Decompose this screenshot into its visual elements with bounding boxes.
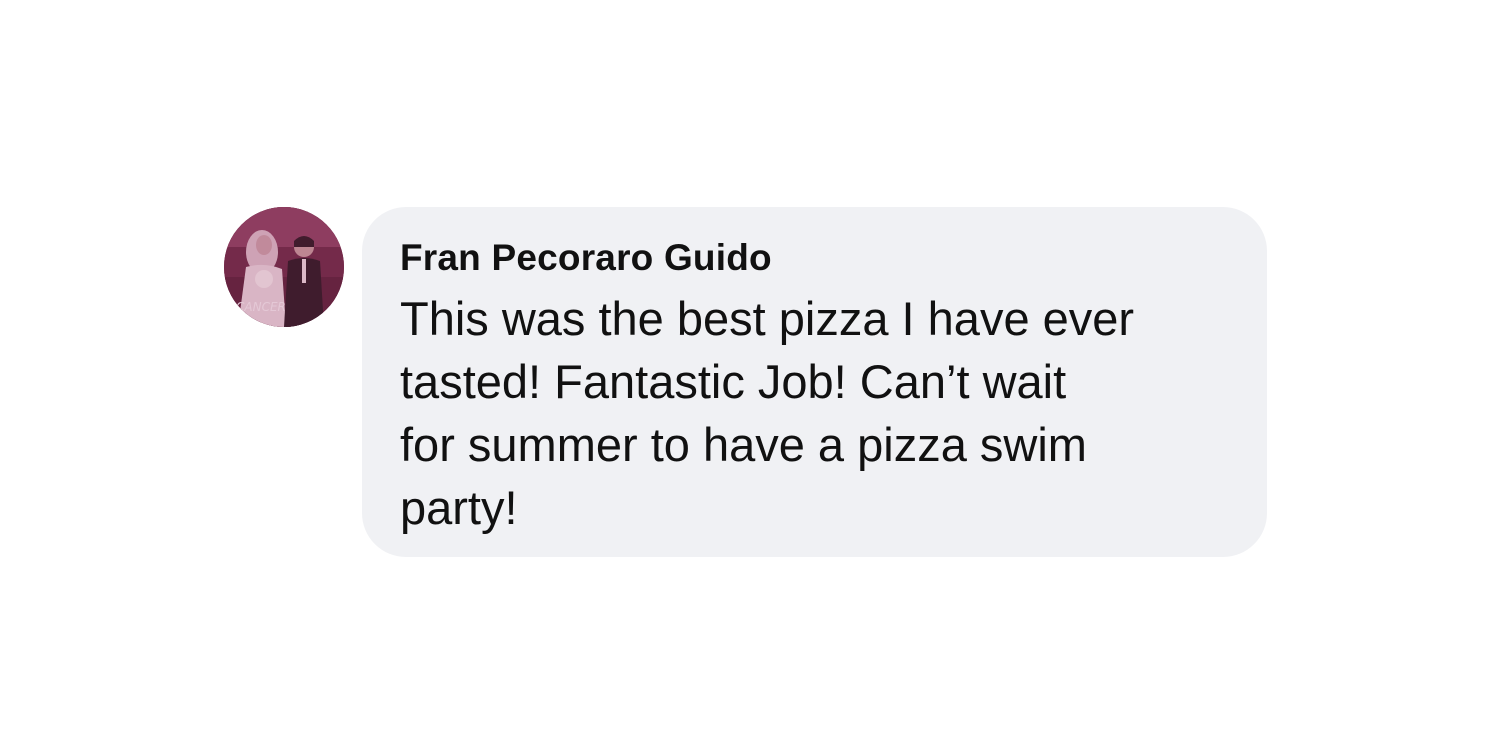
avatar[interactable]: CANCER (224, 207, 344, 327)
comment-text: This was the best pizza I have ever tast… (400, 292, 1135, 534)
comment-bubble[interactable]: Fran Pecoraro Guido This was the best pi… (362, 207, 1267, 557)
comment-author-name[interactable]: Fran Pecoraro Guido (400, 235, 1237, 281)
avatar-photo: CANCER (224, 207, 344, 327)
